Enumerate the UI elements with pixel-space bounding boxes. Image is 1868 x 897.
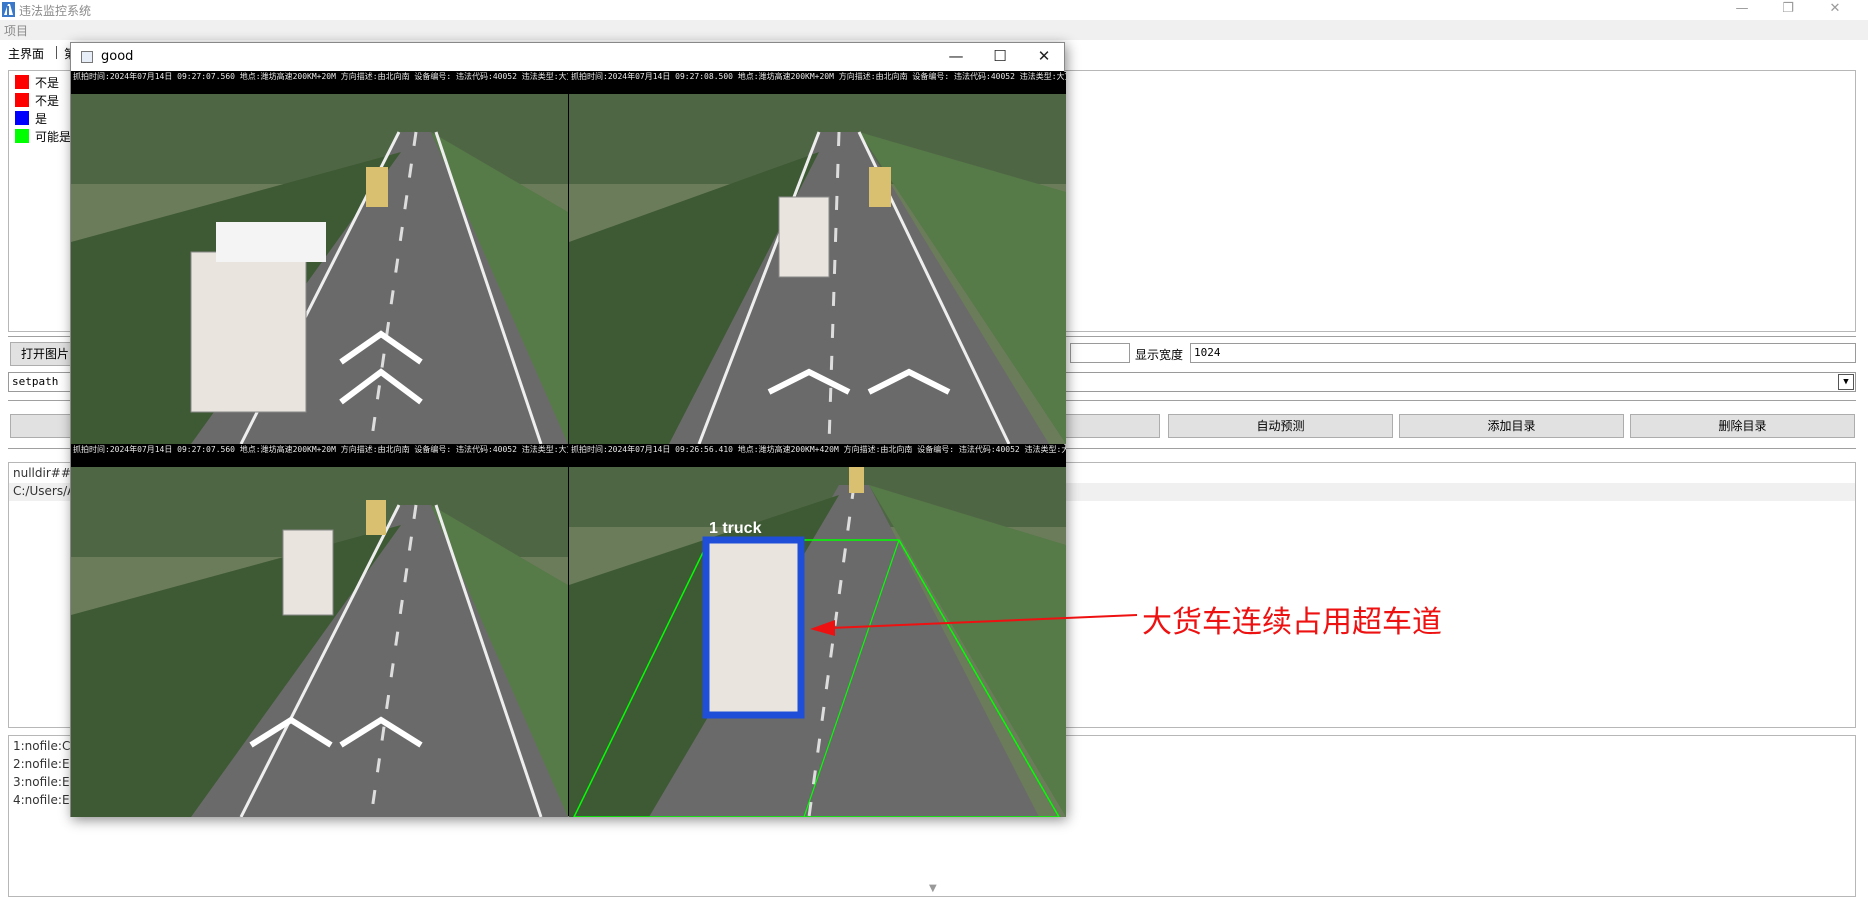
legend-item: 不是 (15, 92, 59, 108)
title-bar: 违法监控系统 — ❐ ✕ (0, 0, 1868, 20)
window-title: 违法监控系统 (19, 4, 92, 18)
legend-item: 不是 (15, 74, 59, 90)
camera-frame-1: 抓拍时间:2024年07月14日 09:27:07.560 地点:潍坊高速200… (71, 72, 568, 444)
legend-item: 是 (15, 110, 47, 126)
legend-label: 不是 (35, 75, 60, 90)
violation-annotation: 大货车连续占用超车道 (1142, 605, 1442, 640)
tab-main[interactable]: 主界面 (8, 45, 44, 62)
app-icon (2, 2, 15, 17)
display-width-input[interactable]: 1024 (1190, 343, 1856, 363)
highway-image (71, 445, 568, 817)
image-viewer-window[interactable]: good — ☐ ✕ 抓拍时间:2024年07月14日 09:27:07.560… (70, 42, 1066, 817)
legend-item: 可能是 (15, 128, 71, 144)
hidden-field[interactable] (1070, 343, 1130, 363)
camera-timestamp: 抓拍时间:2024年07月14日 09:26:56.410 地点:潍坊高速200… (569, 445, 1066, 467)
camera-frame-2: 抓拍时间:2024年07月14日 09:27:08.500 地点:潍坊高速200… (569, 72, 1066, 444)
add-dir-button[interactable]: 添加目录 (1399, 414, 1624, 438)
legend-swatch-red (15, 93, 29, 107)
restore-button[interactable]: ❐ (1766, 0, 1810, 20)
chevron-down-icon[interactable]: ▼ (1838, 374, 1854, 390)
camera-timestamp: 抓拍时间:2024年07月14日 09:27:08.500 地点:潍坊高速200… (569, 72, 1066, 94)
log-line: C:/Users/A (13, 484, 76, 498)
minimize-button[interactable]: — (1720, 0, 1764, 20)
display-width-label: 显示宽度 (1135, 348, 1184, 362)
detection-label: 1 truck (709, 520, 762, 537)
list-item[interactable]: 1:nofile:C:/ (13, 739, 78, 753)
tab-divider (56, 46, 57, 59)
legend-label: 可能是 (35, 129, 72, 144)
viewer-title-bar: good — ☐ ✕ (71, 43, 1064, 71)
viewer-title: good (101, 49, 134, 64)
viewer-minimize-button[interactable]: — (934, 43, 978, 71)
legend-swatch-blue (15, 111, 29, 125)
legend-label: 不是 (35, 93, 60, 108)
window-icon (81, 51, 93, 63)
viewer-maximize-button[interactable]: ☐ (978, 43, 1022, 71)
highway-image (569, 72, 1066, 444)
close-button[interactable]: ✕ (1813, 0, 1857, 20)
legend-swatch-red (15, 75, 29, 89)
scroll-down-icon[interactable]: ▼ (929, 883, 937, 894)
camera-timestamp: 抓拍时间:2024年07月14日 09:27:07.560 地点:潍坊高速200… (71, 445, 568, 467)
menu-project[interactable]: 项目 (4, 22, 28, 39)
path-value: setpath (12, 375, 59, 388)
viewer-close-button[interactable]: ✕ (1022, 43, 1066, 71)
auto-predict-button[interactable]: 自动预测 (1168, 414, 1393, 438)
annotation-arrow (810, 614, 1138, 636)
legend-label: 是 (35, 111, 48, 126)
list-item[interactable]: 3:nofile:E:/ (13, 775, 78, 789)
menu-bar: 项目 (0, 20, 1868, 40)
camera-timestamp: 抓拍时间:2024年07月14日 09:27:07.560 地点:潍坊高速200… (71, 72, 568, 94)
list-item[interactable]: 4:nofile:E:/ (13, 793, 78, 807)
camera-frame-3: 抓拍时间:2024年07月14日 09:27:07.560 地点:潍坊高速200… (71, 445, 568, 817)
highway-image (71, 72, 568, 444)
legend-swatch-green (15, 129, 29, 143)
list-item[interactable]: 2:nofile:E:/ (13, 757, 78, 771)
delete-dir-button[interactable]: 删除目录 (1630, 414, 1855, 438)
